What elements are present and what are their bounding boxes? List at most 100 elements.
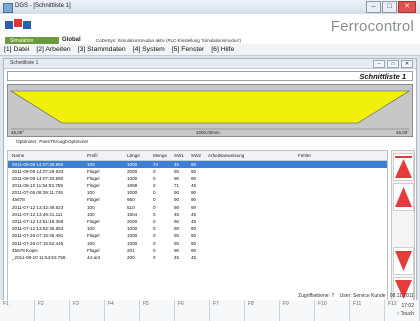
col-sw1[interactable]: SW1 xyxy=(174,153,184,158)
fkey-10[interactable]: F10 xyxy=(315,300,350,321)
table-cell: 1000 xyxy=(127,190,138,196)
child-maximize-button[interactable]: □ xyxy=(387,60,399,68)
table-cell: 0 xyxy=(153,226,156,232)
close-button[interactable]: ✕ xyxy=(398,1,416,13)
table-row[interactable]: 2011-07-26 07:15:52.445 100 1000 0 90 90 xyxy=(8,240,387,247)
fkey-6[interactable]: F6 xyxy=(175,300,210,321)
col-laenge[interactable]: Länge xyxy=(127,153,140,158)
table-cell: Flügel xyxy=(87,175,100,181)
app-icon xyxy=(3,3,13,13)
table-row[interactable]: 2011-07-12 13:49:41.111 100 1504 0 45 45 xyxy=(8,211,387,218)
table-cell: 2011-08-09 14:07:26.890 xyxy=(12,161,64,167)
window-controls: – □ ✕ xyxy=(366,1,416,13)
table-row[interactable]: 2011-08-09 14:07:33.590 Flügel 1000 0 90 90 xyxy=(8,175,387,182)
table-row[interactable]: 2011-08-09 14:07:29.933 Flügel 2000 0 90 90 xyxy=(8,168,387,175)
table-row[interactable]: _2011-08-10 11:54:53.759 44-ant 200 0 45 45 xyxy=(8,254,387,261)
col-profil[interactable]: Profil xyxy=(87,153,97,158)
date-label: 08.11.2011 xyxy=(389,293,414,299)
table-cell: 0 xyxy=(153,183,156,189)
table-cell: 0 xyxy=(153,233,156,239)
schnittliste-window: Schnittliste 1 – □ ✕ Schnittliste 1 46,0… xyxy=(3,58,417,311)
table-cell: 90 xyxy=(191,197,197,203)
page-up-button[interactable] xyxy=(393,183,414,211)
table-cell: 0 xyxy=(153,204,156,210)
table-cell: 2011-08-10 11:54:53.759 xyxy=(12,183,63,189)
fkey-11[interactable]: F11 xyxy=(350,300,385,321)
table-cell: 2011-07-26 07:15:45.491 xyxy=(12,233,64,239)
table-cell: 90 xyxy=(191,233,197,239)
table-row[interactable]: 2011-08-10 11:54:53.759 Flügel 1999 0 71 45 xyxy=(8,183,387,190)
table-row[interactable]: 2011-07-12 13:52:36.863 100 1000 0 90 90 xyxy=(8,226,387,233)
fkey-5[interactable]: F5 xyxy=(140,300,175,321)
minimize-button[interactable]: – xyxy=(366,1,381,13)
fkey-3[interactable]: F3 xyxy=(70,300,105,321)
touch-button[interactable]: ☝ Touch xyxy=(396,311,414,317)
maximize-button[interactable]: □ xyxy=(382,1,397,13)
table-cell: 2011-07-05 08:39:11.745 xyxy=(12,190,63,196)
menu-system[interactable]: [4] System xyxy=(133,46,165,53)
table-cell: 71 xyxy=(174,183,180,189)
cut-list-table: Name Profil Länge Menge SW1 SW2 Arbeitsa… xyxy=(7,150,388,302)
table-cell: 45 xyxy=(174,254,180,260)
function-key-bar: F1 F2 F3 F4 F5 F6 F7 F8 F9 F10 F11 F12 xyxy=(0,300,420,321)
table-cell: 100 xyxy=(87,211,95,217)
table-cell: 2011-07-26 07:15:52.445 xyxy=(12,240,64,246)
menu-arbeiten[interactable]: [2] Arbeiten xyxy=(36,46,70,53)
table-header: Name Profil Länge Menge SW1 SW2 Arbeitsa… xyxy=(8,151,387,161)
table-cell: 0 xyxy=(153,168,156,174)
table-row[interactable]: 2011-07-05 08:39:11.745 100 1000 0 90 90 xyxy=(8,190,387,197)
menu-stammdaten[interactable]: [3] Stammdaten xyxy=(78,46,126,53)
arrow-up-icon xyxy=(395,187,412,207)
table-cell: 44-ant xyxy=(87,254,101,260)
menu-hilfe[interactable]: [6] Hilfe xyxy=(211,46,234,53)
right-angle-label: 46,00° xyxy=(395,130,409,135)
table-cell: 45 xyxy=(174,211,180,217)
table-row[interactable]: 45678 Kopie Flügel 201 0 90 90 xyxy=(8,247,387,254)
table-row[interactable]: 2011-07-12 13:42:49.623 100 510 0 90 90 xyxy=(8,204,387,211)
top-button[interactable] xyxy=(393,153,414,181)
menu-fenster[interactable]: [5] Fenster xyxy=(172,46,205,53)
table-cell: 510 xyxy=(127,204,135,210)
table-body: 2011-08-09 14:07:26.890 100 1000 74 45 90 2011… xyxy=(8,161,387,262)
table-cell: 90 xyxy=(174,204,180,210)
table-row[interactable]: 45678 Flügel 950 0 90 90 xyxy=(8,197,387,204)
table-cell: 90 xyxy=(174,219,180,224)
menu-datei[interactable]: [1] Datei xyxy=(4,46,29,53)
clock: 17:02 xyxy=(401,303,414,309)
table-row[interactable]: 2011-07-12 13:51:18.358 Flügel 2000 0 90 45 xyxy=(8,219,387,226)
col-name[interactable]: Name xyxy=(12,153,24,158)
table-row[interactable]: 2011-08-09 14:07:26.890 100 1000 74 45 90 xyxy=(8,161,387,169)
col-fehler[interactable]: Fehler xyxy=(298,153,311,158)
table-cell: 90 xyxy=(174,233,180,239)
table-cell: 90 xyxy=(191,161,197,167)
brand-name: Ferrocontrol xyxy=(330,18,414,35)
table-row[interactable]: 2011-07-26 07:15:45.491 Flügel 1000 0 90 90 xyxy=(8,233,387,240)
child-close-button[interactable]: ✕ xyxy=(401,60,413,68)
table-cell: 1000 xyxy=(127,226,138,232)
table-cell: 45 xyxy=(191,183,197,189)
application-window: DGS - [Schnittliste 1] – □ ✕ Ferrocontro… xyxy=(0,0,420,321)
fkey-7[interactable]: F7 xyxy=(210,300,245,321)
col-sw2[interactable]: SW2 xyxy=(191,153,201,158)
child-minimize-button[interactable]: – xyxy=(373,60,385,68)
optimizer-label: Optimizer: PassThroughOptimizer xyxy=(16,140,89,145)
col-menge[interactable]: Menge xyxy=(153,153,167,158)
table-cell: 100 xyxy=(87,240,95,246)
table-cell: 1504 xyxy=(127,211,138,217)
table-cell: 90 xyxy=(174,240,180,246)
table-cell: 45 xyxy=(191,211,197,217)
fkey-9[interactable]: F9 xyxy=(280,300,315,321)
table-cell: 74 xyxy=(153,161,159,167)
fkey-1[interactable]: F1 xyxy=(0,300,35,321)
table-cell: 90 xyxy=(191,168,197,174)
fkey-8[interactable]: F8 xyxy=(245,300,280,321)
menu-bar: [1] Datei [2] Arbeiten [3] Stammdaten [4… xyxy=(0,44,420,56)
fkey-4[interactable]: F4 xyxy=(105,300,140,321)
arrow-down-icon xyxy=(395,251,412,271)
fkey-2[interactable]: F2 xyxy=(35,300,70,321)
page-down-button[interactable] xyxy=(393,247,414,275)
col-arbeitsanweisung[interactable]: Arbeitsanweisung xyxy=(208,153,244,158)
table-cell: 90 xyxy=(174,226,180,232)
navigation-arrows xyxy=(391,150,415,308)
user-label: User: Service Kunde xyxy=(339,293,386,299)
